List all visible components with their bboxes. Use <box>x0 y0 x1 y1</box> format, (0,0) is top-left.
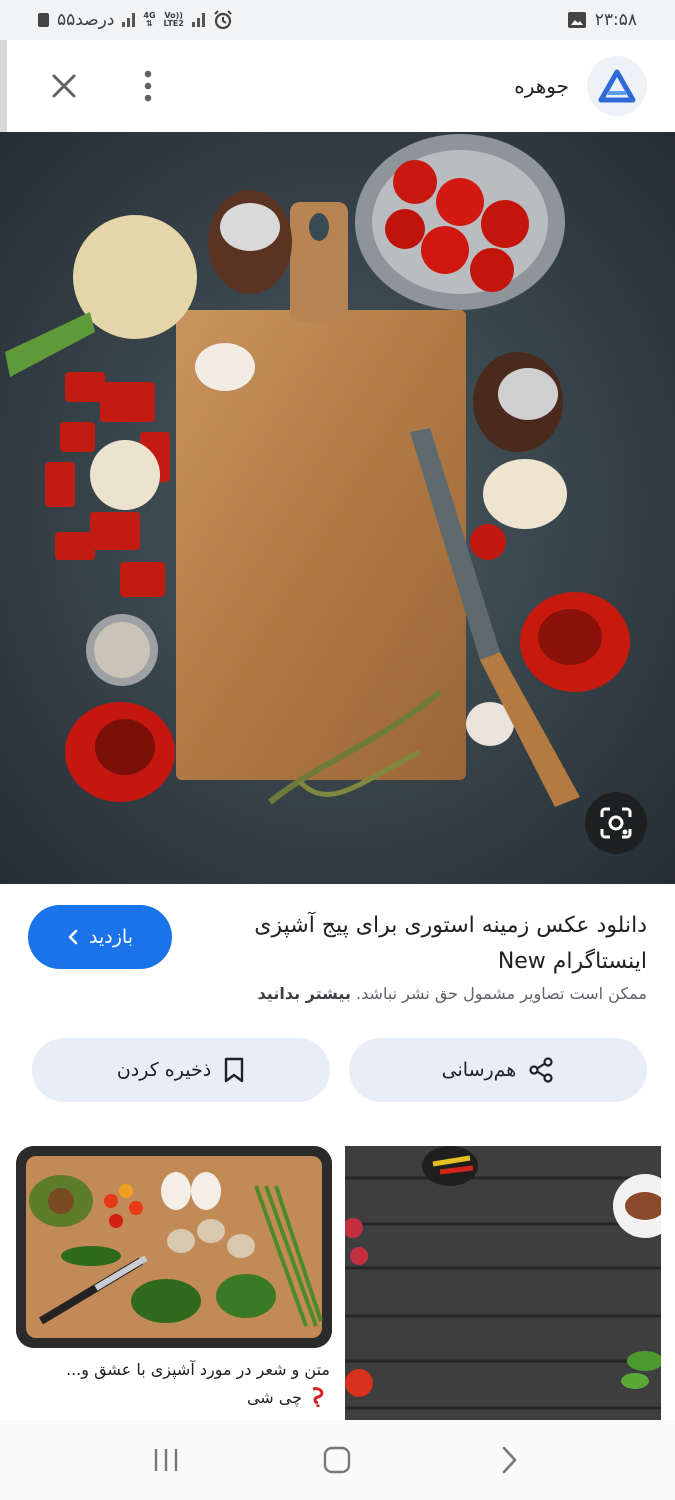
status-right-group: ۲۳:۵۸ <box>567 10 637 30</box>
site-logo <box>587 56 647 116</box>
related-images: متن و شعر در مورد آشپزی با عشق و... چی ش… <box>0 1140 675 1420</box>
more-options-button[interactable] <box>124 62 172 110</box>
source-logo-icon <box>312 1387 324 1407</box>
visit-label: بازدید <box>89 926 133 948</box>
home-icon <box>324 1446 351 1474</box>
battery-icon <box>38 13 49 27</box>
learn-more-link[interactable]: بیشتر بدانید <box>258 984 351 1003</box>
recent-apps-button[interactable] <box>126 1430 206 1490</box>
site-name: جوهره <box>514 74 569 98</box>
close-button[interactable] <box>40 62 88 110</box>
lens-camera-icon <box>600 807 632 839</box>
related-caption: متن و شعر در مورد آشپزی با عشق و... <box>66 1360 330 1379</box>
copyright-text: ممکن است تصاویر مشمول حق نشر نباشد. <box>356 984 647 1003</box>
gallery-notification-icon <box>567 11 587 29</box>
back-button[interactable] <box>469 1430 549 1490</box>
related-thumbnail[interactable] <box>345 1146 661 1420</box>
edge-strip <box>0 40 7 132</box>
related-card[interactable]: متن و شعر در مورد آشپزی با عشق و... چی ش… <box>16 1146 332 1407</box>
status-bar: ۵۵درصد 4G ⇅ Vo)) LTE2 ۲۳:۵۸ <box>0 0 675 40</box>
related-thumbnail[interactable] <box>16 1146 332 1348</box>
visual-search-button[interactable] <box>585 792 647 854</box>
close-icon <box>52 74 76 98</box>
related-card[interactable] <box>345 1146 661 1420</box>
battery-text: ۵۵درصد <box>57 10 115 30</box>
main-image[interactable] <box>0 132 675 884</box>
site-info[interactable]: جوهره <box>514 56 647 116</box>
clock-text: ۲۳:۵۸ <box>594 10 637 30</box>
signal-icon <box>122 13 136 27</box>
result-title[interactable]: دانلود عکس زمینه استوری برای پیج آشپزی ا… <box>207 908 647 980</box>
chevron-left-icon <box>68 929 78 945</box>
jowhareh-logo-icon <box>598 69 636 103</box>
data-arrows-icon: ⇅ <box>146 19 153 28</box>
recent-apps-icon <box>154 1449 178 1471</box>
vegetables-board-photo <box>16 1146 332 1348</box>
alarm-icon <box>213 10 233 30</box>
cooking-board-photo <box>0 132 675 884</box>
lte-text: LTE2 <box>163 19 184 28</box>
save-label: ذخیره کردن <box>116 1059 212 1081</box>
viewer-app-bar: جوهره <box>0 40 675 132</box>
copyright-notice: ممکن است تصاویر مشمول حق نشر نباشد. بیشت… <box>258 984 647 1003</box>
share-label: هم‌رسانی <box>441 1059 517 1081</box>
network-4g-indicator: 4G ⇅ <box>143 12 155 28</box>
share-button[interactable]: هم‌رسانی <box>349 1038 647 1102</box>
home-button[interactable] <box>297 1430 377 1490</box>
dark-wood-table-photo <box>345 1146 661 1420</box>
signal-2-icon <box>191 13 205 27</box>
network-lte-indicator: Vo)) LTE2 <box>164 12 184 28</box>
bookmark-icon <box>224 1057 244 1083</box>
more-vert-icon <box>144 70 152 102</box>
share-icon <box>529 1057 553 1083</box>
related-source-name: چی شی <box>246 1387 302 1407</box>
status-left-group: ۵۵درصد 4G ⇅ Vo)) LTE2 <box>38 10 233 30</box>
result-info: دانلود عکس زمینه استوری برای پیج آشپزی ا… <box>0 884 675 1140</box>
save-button[interactable]: ذخیره کردن <box>32 1038 330 1102</box>
system-navigation-bar <box>0 1420 675 1500</box>
visit-button[interactable]: بازدید <box>28 905 172 969</box>
back-chevron-icon <box>502 1446 517 1474</box>
related-source: چی شی <box>16 1387 332 1407</box>
